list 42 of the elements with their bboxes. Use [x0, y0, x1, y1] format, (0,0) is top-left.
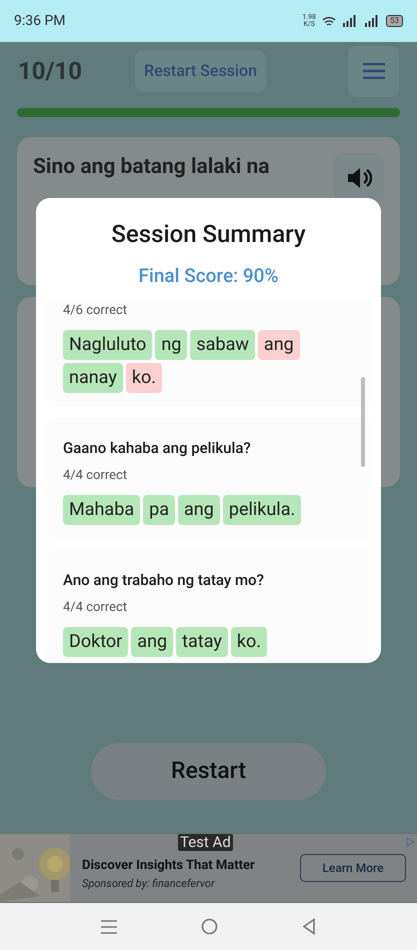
learn-more-button[interactable]: Learn More: [300, 854, 406, 882]
word-chip: pa: [143, 495, 176, 525]
signal-icon: [362, 15, 380, 27]
word-chip: Nagluluto: [63, 330, 152, 360]
clock: 9:36 PM: [14, 12, 66, 30]
home-icon[interactable]: [201, 918, 218, 935]
test-ad-badge: Test Ad: [178, 834, 233, 851]
item-result: 4/4 correct: [63, 598, 128, 616]
back-icon[interactable]: [302, 918, 316, 935]
menu-button[interactable]: [348, 46, 399, 96]
restart-button[interactable]: Restart: [91, 743, 326, 800]
word-chip: Mahaba: [63, 495, 140, 525]
dialog-title: Session Summary: [110, 219, 307, 250]
word-chip: ang: [131, 627, 174, 657]
menu-icon: [362, 63, 384, 79]
item-question: Gaano kahaba ang pelikula?: [63, 438, 252, 459]
word-chip: nanay: [63, 363, 123, 393]
restart-session-button[interactable]: Restart Session: [135, 50, 266, 92]
word-chip: tatay: [176, 627, 228, 657]
ad-headline: Discover Insights That Matter: [82, 857, 255, 875]
speaker-icon: [346, 166, 372, 190]
wifi-icon: [322, 16, 336, 26]
word-chip: pelikula.: [222, 495, 302, 525]
speaker-button[interactable]: [334, 153, 384, 203]
battery-indicator: 53: [386, 15, 403, 27]
word-chip: sabaw: [190, 330, 255, 360]
progress-count: 10/10: [18, 56, 83, 87]
menu-icon[interactable]: [101, 920, 117, 934]
word-chip: ng: [155, 330, 188, 360]
item-result: 4/6 correct: [63, 302, 128, 320]
ad-sponsor: Sponsored by: financefervor: [82, 876, 216, 892]
word-chip: ko.: [230, 627, 268, 657]
item-result: 4/4 correct: [63, 466, 128, 484]
item-question: Ano ang trabaho ng tatay mo?: [63, 570, 265, 591]
ad-choices-icon: [406, 837, 415, 847]
word-chip: ang: [178, 495, 220, 525]
word-chip: ko.: [126, 363, 162, 393]
question-text: Sino ang batang lalaki na: [33, 154, 271, 181]
word-chip: ang: [258, 330, 300, 360]
word-chip: Doktor: [63, 627, 128, 657]
signal-icon: [342, 15, 356, 27]
final-score: Final Score: 90%: [138, 263, 280, 289]
